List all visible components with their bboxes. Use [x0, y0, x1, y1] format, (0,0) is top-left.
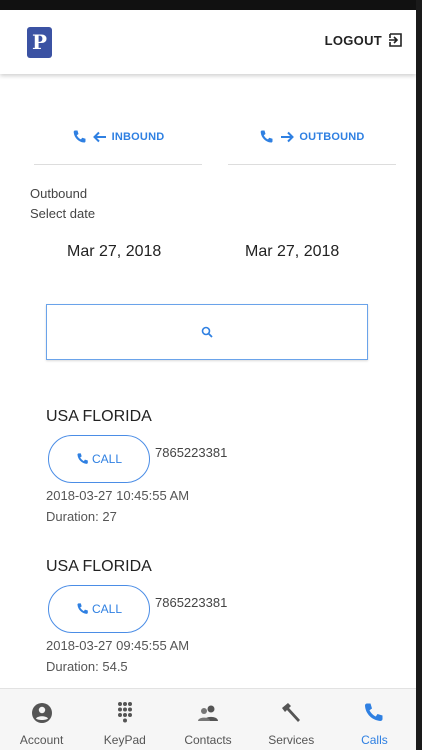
arrow-right-icon	[281, 131, 295, 143]
call-button-label: CALL	[91, 452, 123, 466]
call-direction-tabs: INBOUND OUTBOUND	[0, 110, 416, 166]
keypad-icon	[117, 702, 132, 723]
nav-contacts[interactable]: Contacts	[166, 689, 249, 750]
search-input[interactable]	[46, 304, 368, 360]
app-screen: P LOGOUT INBOUND OUTBOUND Outbound Selec…	[0, 0, 416, 750]
logout-label: LOGOUT	[324, 32, 382, 48]
logout-icon	[389, 33, 402, 47]
account-icon	[31, 703, 52, 723]
date-from-picker[interactable]: Mar 27, 2018	[67, 243, 161, 261]
logout-button[interactable]: LOGOUT	[325, 32, 404, 48]
phone-icon	[77, 453, 88, 464]
nav-keypad-label: KeyPad	[103, 733, 146, 747]
nav-keypad[interactable]: KeyPad	[83, 689, 166, 750]
call-duration: Duration: 27	[46, 509, 117, 524]
call-button-label: CALL	[91, 602, 123, 616]
list-item: USA FLORIDA CALL 7865223381 2018-03-27 1…	[46, 408, 386, 558]
nav-services-label: Services	[268, 733, 315, 747]
search-icon	[201, 326, 213, 338]
bottom-navigation: Account KeyPad Contacts Services Calls	[0, 688, 416, 750]
call-button[interactable]: CALL	[48, 585, 150, 633]
date-range: Mar 27, 2018 Mar 27, 2018	[0, 243, 416, 267]
nav-services[interactable]: Services	[250, 689, 333, 750]
arrow-left-icon	[92, 131, 106, 143]
list-item: USA FLORIDA CALL 7865223381 2018-03-27 0…	[46, 558, 386, 708]
call-duration: Duration: 54.5	[46, 659, 128, 674]
call-location: USA FLORIDA	[46, 558, 152, 575]
call-number: 7865223381	[155, 445, 228, 460]
phone-icon	[261, 130, 273, 143]
section-header: Outbound Select date	[30, 184, 95, 224]
tab-inbound[interactable]: INBOUND	[34, 110, 202, 165]
phone-icon	[77, 603, 88, 614]
call-timestamp: 2018-03-27 10:45:55 AM	[46, 488, 190, 503]
phone-icon	[73, 130, 86, 143]
contacts-icon	[198, 705, 218, 721]
call-number: 7865223381	[155, 595, 228, 610]
date-to-picker[interactable]: Mar 27, 2018	[245, 243, 339, 261]
screen-edge	[416, 0, 422, 750]
nav-account[interactable]: Account	[0, 689, 83, 750]
nav-calls[interactable]: Calls	[333, 689, 416, 750]
call-timestamp: 2018-03-27 09:45:55 AM	[46, 638, 190, 653]
section-subtitle: Select date	[30, 206, 96, 221]
app-header: P LOGOUT	[0, 10, 416, 74]
phone-icon	[365, 703, 383, 722]
tab-outbound[interactable]: OUTBOUND	[228, 110, 396, 165]
app-logo: P	[27, 27, 52, 58]
call-button[interactable]: CALL	[48, 435, 150, 483]
tab-inbound-label: INBOUND	[111, 131, 165, 143]
hammer-icon	[282, 703, 301, 722]
nav-calls-label: Calls	[361, 733, 388, 747]
call-list: USA FLORIDA CALL 7865223381 2018-03-27 1…	[46, 408, 386, 708]
section-title: Outbound	[30, 186, 88, 201]
call-location: USA FLORIDA	[46, 408, 152, 425]
nav-contacts-label: Contacts	[184, 733, 232, 747]
tab-outbound-label: OUTBOUND	[299, 131, 365, 143]
nav-account-label: Account	[19, 733, 64, 747]
